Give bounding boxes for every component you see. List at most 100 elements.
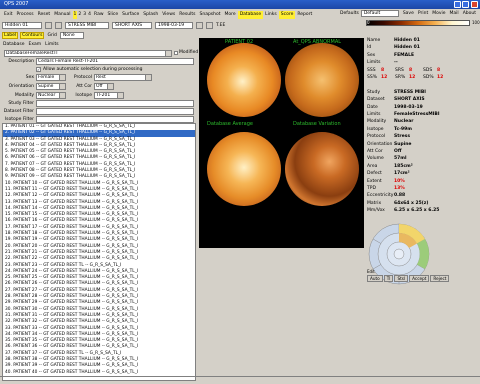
stat-row: Limits --: [367, 60, 479, 67]
menu-splash[interactable]: Splash: [141, 11, 160, 19]
stat-row: Name Hidden 01: [367, 38, 479, 45]
stat-key: Area: [367, 163, 378, 169]
auto-select-label: Allow automatic selection during process…: [43, 67, 143, 72]
date-select[interactable]: 1998-03-19: [155, 21, 193, 29]
menu-database[interactable]: Database: [237, 10, 264, 19]
toolbar-extra: T.EE: [216, 22, 226, 28]
bottom-buttons: Auto Tl Stsl Accept Reject: [367, 275, 450, 282]
accept-button[interactable]: Accept: [409, 275, 430, 282]
close-button[interactable]: [471, 1, 478, 8]
menu-reset[interactable]: Reset: [36, 11, 53, 19]
menu-movie[interactable]: Movie: [430, 10, 447, 18]
tab-label[interactable]: Label: [2, 31, 19, 39]
stat-row: Dataset SHORT AXIS: [367, 97, 479, 104]
patient-row[interactable]: 40. PATIENT 40 -- GT GATED REST THALLIUM…: [3, 370, 195, 376]
minimize-button[interactable]: [454, 1, 461, 8]
stat-value: 185cm²: [394, 163, 413, 169]
patient-select[interactable]: Hidden 01: [2, 21, 42, 29]
sex-select[interactable]: Female: [36, 74, 66, 81]
subtab-limits[interactable]: Limits: [44, 42, 60, 47]
prev-button[interactable]: [45, 21, 52, 29]
color-min: 0: [367, 20, 370, 25]
polar-map-patient[interactable]: [207, 43, 281, 117]
menu-snapshot[interactable]: Snapshot: [197, 11, 222, 19]
sex-label: Sex: [25, 75, 34, 80]
stat-key: SS%: [367, 75, 377, 80]
menu-manual[interactable]: Manual: [52, 11, 72, 19]
menu-save[interactable]: Save: [401, 10, 416, 18]
patient-list[interactable]: 1. PATIENT 01 -- GT GATED REST THALLIUM …: [2, 123, 196, 381]
menu-raw[interactable]: Raw: [92, 11, 105, 19]
dataset-filter-input[interactable]: [36, 108, 194, 115]
attcor-label: Att Cor: [76, 84, 92, 89]
stat-value: 10%: [394, 178, 405, 184]
tab-contours[interactable]: Contours: [20, 31, 45, 39]
stat-row: Orientation Supine: [367, 142, 479, 149]
menu-views[interactable]: Views: [160, 11, 177, 19]
isotope-select[interactable]: Tl-201: [94, 92, 124, 99]
dataset-filter-label: Dataset Filter: [3, 109, 34, 114]
menu-print[interactable]: Print: [416, 10, 430, 18]
stat-row: TPD 13%: [367, 186, 479, 193]
menu-more[interactable]: More: [223, 11, 238, 19]
polar-map-average[interactable]: [207, 132, 281, 206]
stat-row: Area 185cm²: [367, 164, 479, 171]
stat-value: 8: [381, 67, 385, 73]
subtab-database[interactable]: Database: [2, 42, 25, 47]
menu-score[interactable]: Score: [278, 10, 296, 19]
protocol-select[interactable]: Rest: [94, 74, 152, 81]
modified-checkbox[interactable]: [174, 51, 178, 55]
stat-row: Isotope Tc-99m: [367, 127, 479, 134]
orientation-select[interactable]: Supine: [36, 83, 66, 90]
defaults-select[interactable]: Default: [360, 10, 399, 17]
database-select[interactable]: DatabaseFemaleRestTl: [4, 50, 172, 57]
study-toolbar: Hidden 01 STRESS MIBI SHORT AXIS 1998-03…: [2, 20, 225, 30]
menu-links[interactable]: Links: [263, 11, 279, 19]
stat-row: Sex FEMALE: [367, 53, 479, 60]
modality-select[interactable]: Nuclear: [36, 92, 66, 99]
polar-map-variation[interactable]: [285, 132, 359, 206]
stat-row: Mm/Vox 6.25 x 6.25 x 6.25: [367, 208, 479, 215]
stat-key: Limits: [367, 60, 381, 66]
status-bar: [0, 376, 480, 384]
maximize-button[interactable]: [462, 1, 469, 8]
tl-button[interactable]: Tl: [383, 275, 394, 282]
stat-row: Study STRESS MIBI: [367, 90, 479, 97]
subtab-exam[interactable]: Exam: [27, 42, 42, 47]
menu-slice[interactable]: Slice: [106, 11, 121, 19]
menu-report[interactable]: Report: [295, 11, 314, 19]
menu-surface[interactable]: Surface: [120, 11, 141, 19]
auto-select-checkbox[interactable]: ✓: [36, 67, 41, 72]
arrow-right-button[interactable]: [206, 21, 213, 29]
stsl-button[interactable]: Stsl: [394, 275, 409, 282]
next-button[interactable]: [55, 21, 62, 29]
title-bar: QPS 2007: [0, 0, 480, 9]
study-filter-input[interactable]: [36, 100, 194, 107]
axis-select[interactable]: SHORT AXIS: [112, 21, 152, 29]
stat-key: SDS: [423, 67, 433, 73]
menu-process[interactable]: Process: [15, 11, 36, 19]
stat-row: Date 1998-03-19: [367, 105, 479, 112]
menu-exit[interactable]: Exit: [2, 11, 15, 19]
polar-title-abnormal: At_QPS ABNORMAL: [293, 39, 342, 45]
tab-grid[interactable]: Grid: [46, 33, 57, 38]
auto-button[interactable]: Auto: [367, 275, 383, 282]
reject-button[interactable]: Reject: [430, 275, 450, 282]
stat-key: Mm/Vox: [367, 208, 385, 214]
stat-value: 8: [437, 67, 441, 73]
polar-map-abnormal[interactable]: [285, 43, 359, 117]
arrow-left-button[interactable]: [196, 21, 203, 29]
menu-about[interactable]: About: [461, 10, 478, 18]
mode-select[interactable]: STRESS MIBI: [65, 21, 109, 29]
description-input[interactable]: Cedars Female Rest-Tl-201: [36, 58, 194, 65]
grid-select[interactable]: None: [59, 31, 84, 39]
window-title: QPS 2007: [4, 1, 29, 7]
modality-label: Modality: [14, 93, 34, 98]
stat-key: Id: [367, 45, 372, 51]
description-label: Description: [8, 59, 34, 64]
menu-mail[interactable]: Mail: [448, 10, 461, 18]
isotope-filter-input[interactable]: [36, 116, 194, 123]
menu-results[interactable]: Results: [177, 11, 197, 19]
attcor-select[interactable]: Off: [94, 83, 114, 90]
stat-key: Name: [367, 38, 381, 43]
